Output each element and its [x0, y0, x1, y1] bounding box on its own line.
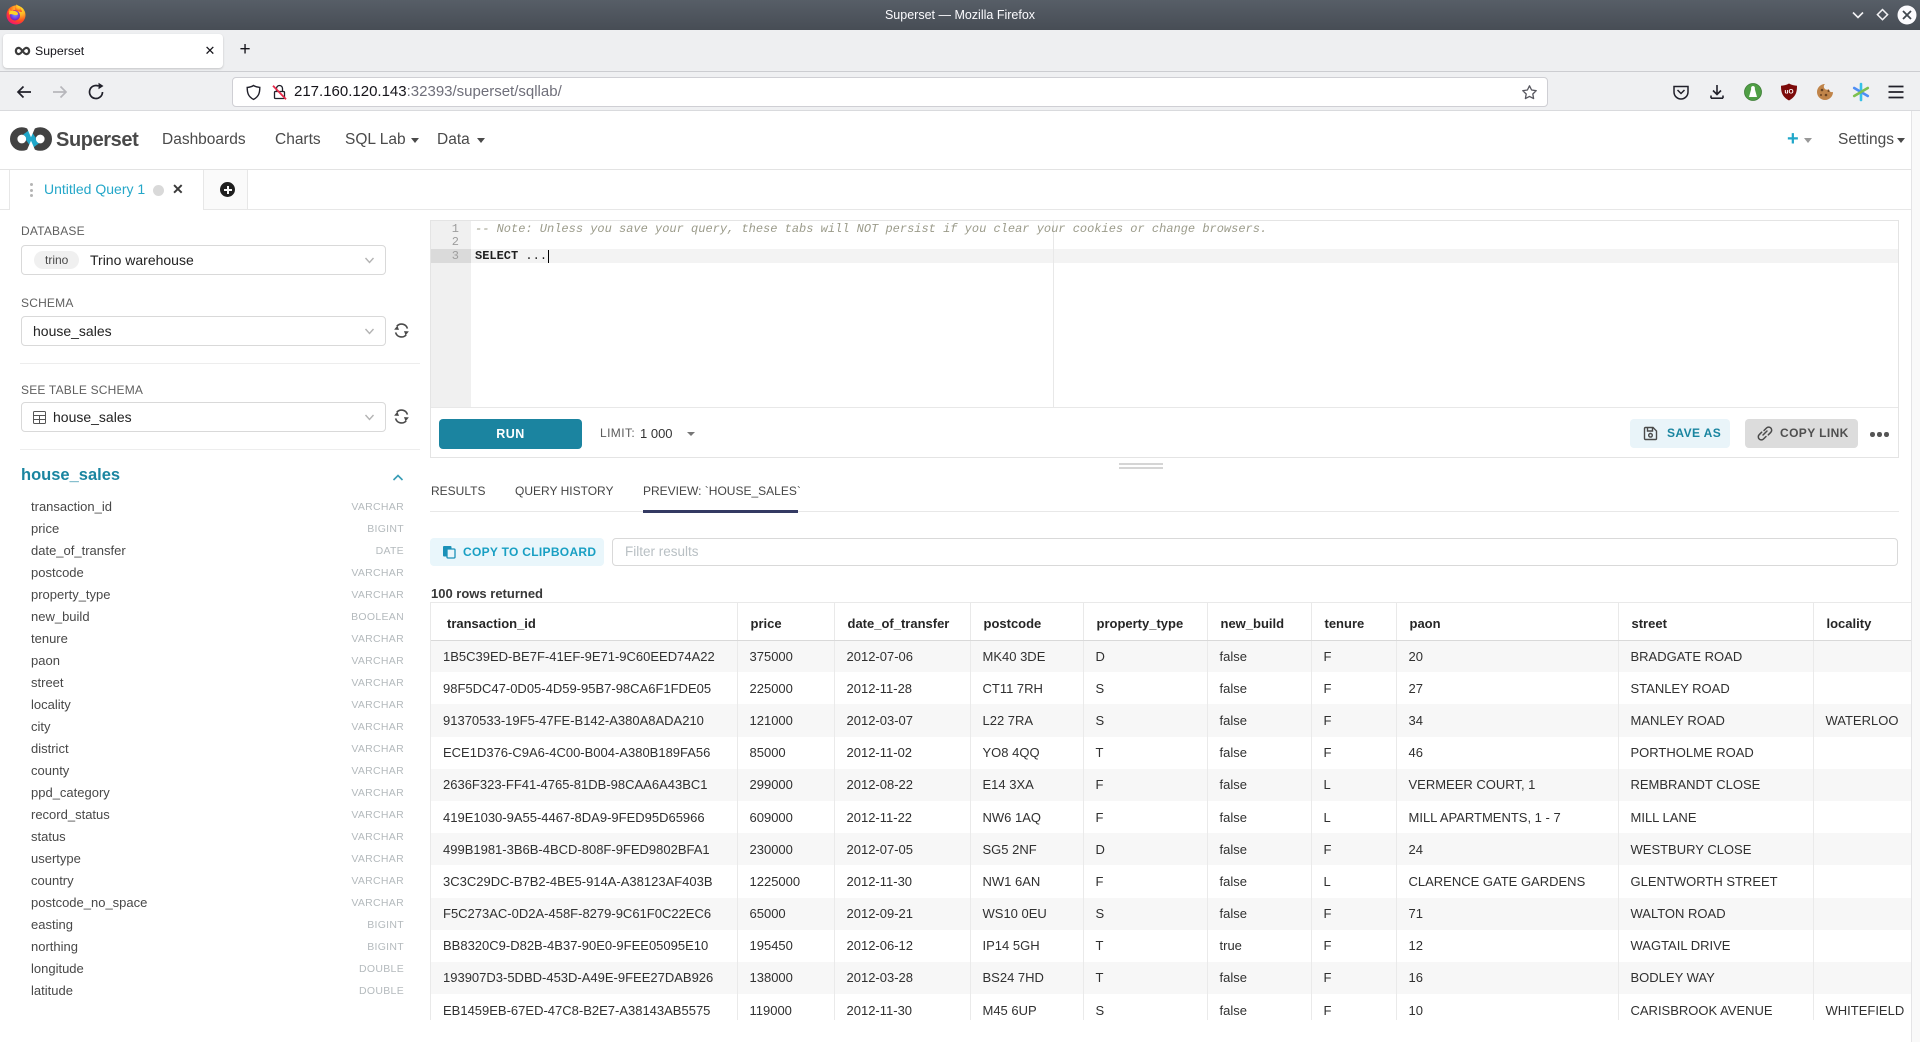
svg-text:uO: uO	[1784, 89, 1793, 96]
